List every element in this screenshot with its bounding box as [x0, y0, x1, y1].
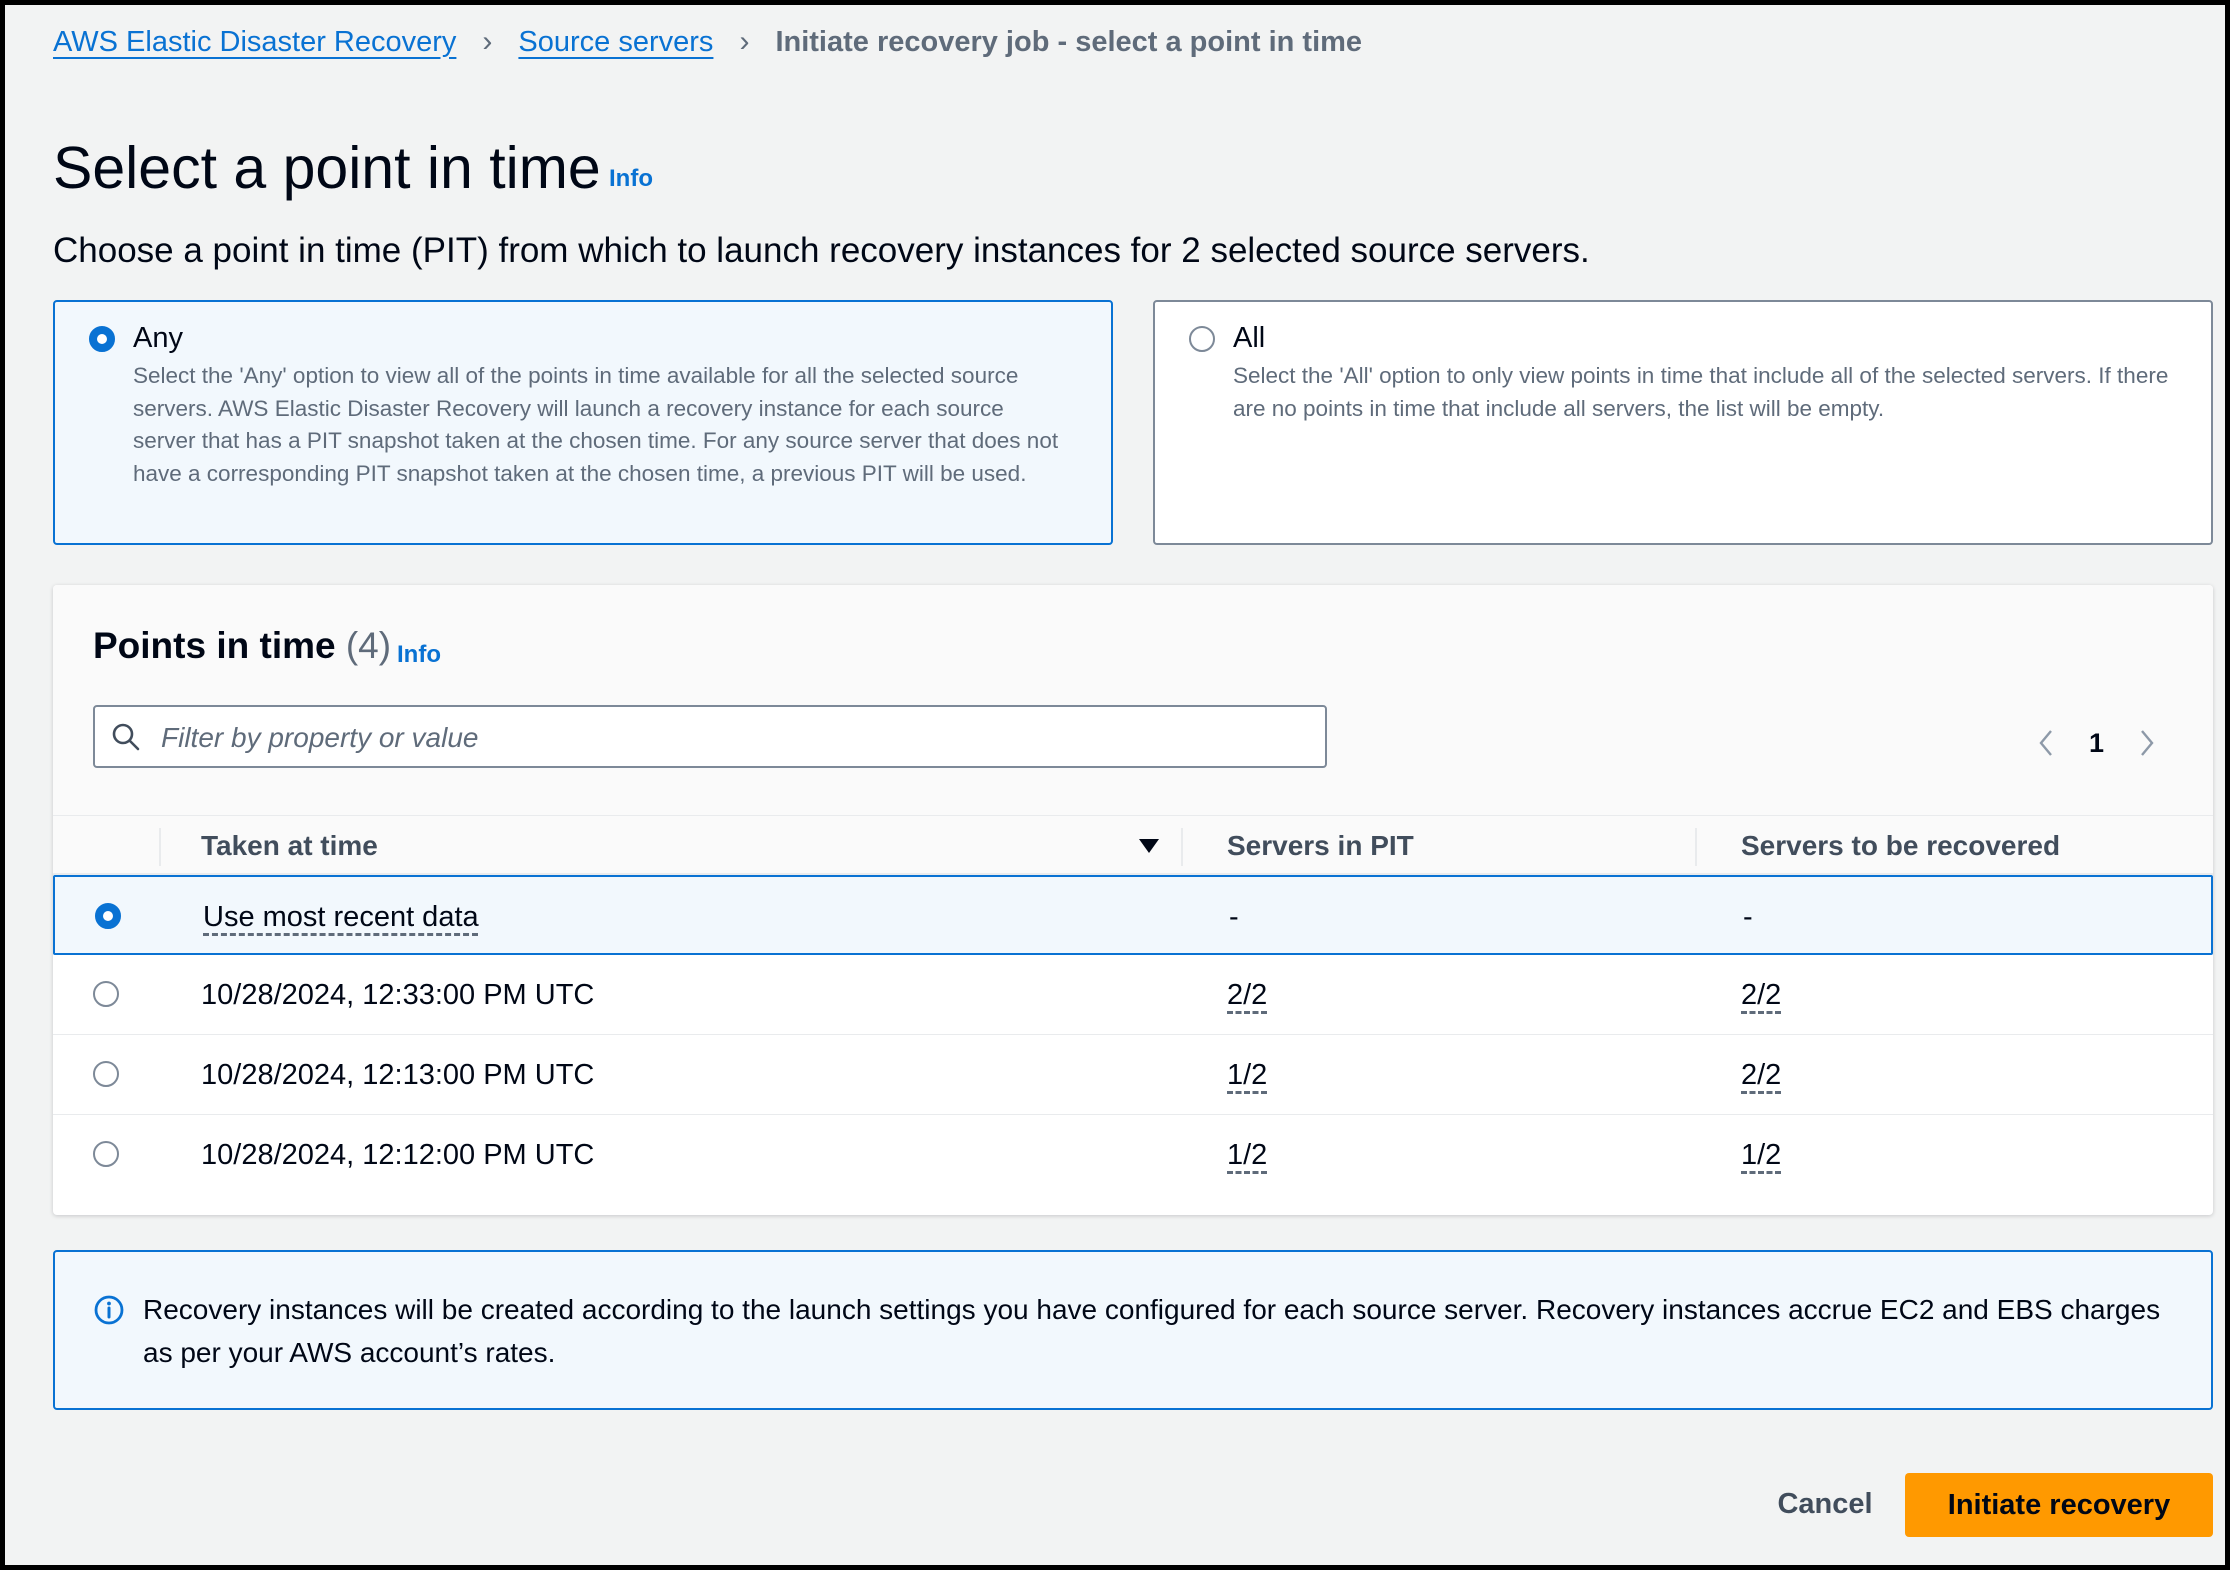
- radio-all[interactable]: [1189, 326, 1215, 352]
- row-servers-to-recover[interactable]: 2/2: [1741, 1059, 1781, 1092]
- column-divider: [1181, 828, 1183, 866]
- row-radio[interactable]: [95, 903, 121, 929]
- next-page-button[interactable]: [2132, 725, 2162, 761]
- row-servers-in-pit[interactable]: 2/2: [1227, 979, 1267, 1012]
- chevron-left-icon: [2039, 730, 2052, 756]
- table-header: Taken at time Servers in PIT Servers to …: [53, 815, 2213, 875]
- title-info-link[interactable]: Info: [609, 165, 653, 193]
- option-tile-any[interactable]: Any Select the 'Any' option to view all …: [53, 300, 1113, 545]
- table-row[interactable]: 10/28/2024, 12:33:00 PM UTC 2/2 2/2: [53, 955, 2213, 1035]
- option-label-any: Any: [133, 322, 183, 354]
- chevron-right-icon: ›: [482, 25, 493, 58]
- radio-any[interactable]: [89, 326, 115, 352]
- row-time[interactable]: Use most recent data: [203, 901, 479, 934]
- row-servers-to-recover: -: [1743, 901, 1753, 933]
- option-label-all: All: [1233, 322, 1266, 354]
- row-servers-to-recover[interactable]: 1/2: [1741, 1139, 1781, 1172]
- breadcrumb-current: Initiate recovery job - select a point i…: [775, 25, 1363, 58]
- breadcrumb-link-drs[interactable]: AWS Elastic Disaster Recovery: [53, 26, 456, 59]
- search-box[interactable]: [93, 705, 1327, 768]
- points-info-link[interactable]: Info: [397, 641, 441, 669]
- points-in-time-title: Points in time: [93, 625, 336, 666]
- page-frame: AWS Elastic Disaster Recovery › Source s…: [0, 0, 2230, 1570]
- column-divider: [159, 828, 161, 866]
- search-input[interactable]: [159, 707, 1313, 768]
- option-tile-all[interactable]: All Select the 'All' option to only view…: [1153, 300, 2213, 545]
- row-radio[interactable]: [93, 981, 119, 1007]
- points-in-time-count: (4): [345, 625, 392, 666]
- row-servers-to-recover[interactable]: 2/2: [1741, 979, 1781, 1012]
- chevron-right-icon: [2141, 730, 2154, 756]
- row-radio[interactable]: [93, 1141, 119, 1167]
- info-circle-icon: [94, 1295, 124, 1325]
- breadcrumb-link-source-servers[interactable]: Source servers: [518, 26, 713, 59]
- points-in-time-heading: Points in time (4): [93, 625, 391, 667]
- page-title: Select a point in time: [53, 135, 601, 201]
- column-header-servers-to-be-recovered[interactable]: Servers to be recovered: [1741, 830, 2060, 862]
- chevron-right-icon: ›: [739, 25, 750, 58]
- row-servers-in-pit: -: [1229, 901, 1239, 933]
- pagination: 1: [2031, 725, 2162, 761]
- row-servers-in-pit[interactable]: 1/2: [1227, 1139, 1267, 1172]
- alert-message: Recovery instances will be created accor…: [143, 1294, 2161, 1368]
- breadcrumb: AWS Elastic Disaster Recovery › Source s…: [53, 25, 1362, 59]
- sort-descending-icon[interactable]: [1137, 837, 1161, 855]
- page-description: Choose a point in time (PIT) from which …: [53, 231, 1590, 270]
- table-row[interactable]: 10/28/2024, 12:12:00 PM UTC 1/2 1/2: [53, 1115, 2213, 1195]
- current-page-number[interactable]: 1: [2089, 728, 2104, 759]
- column-header-servers-in-pit[interactable]: Servers in PIT: [1227, 830, 1414, 862]
- row-time: 10/28/2024, 12:13:00 PM UTC: [201, 1059, 595, 1091]
- column-header-taken-at-time[interactable]: Taken at time: [201, 830, 378, 862]
- cancel-button[interactable]: Cancel: [1745, 1473, 1905, 1535]
- row-servers-in-pit[interactable]: 1/2: [1227, 1059, 1267, 1092]
- row-radio[interactable]: [93, 1061, 119, 1087]
- table-row[interactable]: 10/28/2024, 12:13:00 PM UTC 1/2 2/2: [53, 1035, 2213, 1115]
- row-time: 10/28/2024, 12:33:00 PM UTC: [201, 979, 595, 1011]
- points-in-time-container: Points in time (4) Info 1: [53, 585, 2213, 1215]
- table-row[interactable]: Use most recent data - -: [53, 875, 2213, 955]
- previous-page-button[interactable]: [2031, 725, 2061, 761]
- info-alert: Recovery instances will be created accor…: [53, 1250, 2213, 1410]
- column-divider: [1695, 828, 1697, 866]
- search-icon: [112, 723, 140, 751]
- row-time: 10/28/2024, 12:12:00 PM UTC: [201, 1139, 595, 1171]
- option-description-any: Select the 'Any' option to view all of t…: [133, 363, 1059, 486]
- option-description-all: Select the 'All' option to only view poi…: [1233, 363, 2169, 421]
- container-header: Points in time (4) Info 1: [53, 585, 2213, 815]
- initiate-recovery-button[interactable]: Initiate recovery: [1905, 1473, 2213, 1537]
